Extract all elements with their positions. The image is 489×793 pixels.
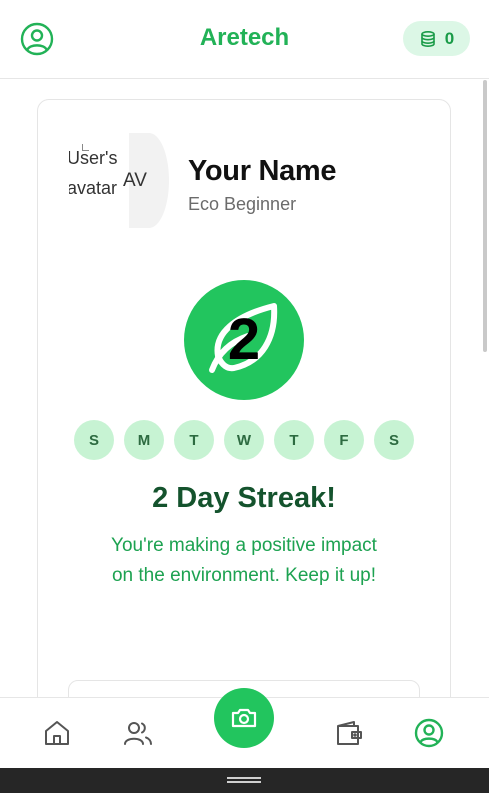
app-header: Aretech 0 bbox=[0, 0, 489, 79]
main-content[interactable]: User's avatar AV Your Name Eco Beginner … bbox=[0, 79, 489, 697]
day-friday: F bbox=[324, 420, 364, 460]
nav-home[interactable] bbox=[42, 718, 72, 748]
weekday-tracker: S M T W T F S bbox=[74, 420, 414, 460]
day-saturday: S bbox=[374, 420, 414, 460]
day-thursday: T bbox=[274, 420, 314, 460]
profile-card: User's avatar AV Your Name Eco Beginner … bbox=[37, 99, 451, 697]
camera-icon bbox=[231, 708, 257, 728]
avatar: User's avatar AV bbox=[69, 133, 169, 228]
day-tuesday: T bbox=[174, 420, 214, 460]
streak-count: 2 bbox=[227, 307, 261, 372]
system-navigation-bar bbox=[0, 768, 489, 793]
user-circle-icon bbox=[414, 718, 444, 748]
streak-message: You're making a positive impact on the e… bbox=[111, 535, 377, 586]
scrollbar[interactable] bbox=[483, 80, 487, 352]
coin-balance-badge[interactable]: 0 bbox=[403, 21, 470, 56]
avatar-alt-text: User's avatar bbox=[69, 148, 118, 198]
coins-stack-icon bbox=[420, 30, 435, 47]
streak-badge: 2 bbox=[184, 280, 304, 400]
day-wednesday: W bbox=[224, 420, 264, 460]
camera-button[interactable] bbox=[214, 688, 274, 748]
coin-count: 0 bbox=[444, 28, 455, 48]
nav-community[interactable] bbox=[122, 718, 152, 748]
nav-account[interactable] bbox=[414, 718, 444, 748]
home-icon bbox=[45, 721, 69, 745]
user-name: Your Name bbox=[188, 155, 337, 187]
user-level: Eco Beginner bbox=[188, 194, 297, 214]
bottom-navigation bbox=[0, 688, 489, 769]
users-icon bbox=[124, 722, 152, 745]
day-sunday: S bbox=[74, 420, 114, 460]
wallet-icon bbox=[337, 721, 362, 745]
avatar-fallback: AV bbox=[123, 133, 169, 228]
gesture-handle[interactable] bbox=[227, 777, 261, 779]
streak-title: 2 Day Streak! bbox=[152, 482, 336, 514]
day-monday: M bbox=[124, 420, 164, 460]
nav-wallet[interactable] bbox=[334, 718, 364, 748]
